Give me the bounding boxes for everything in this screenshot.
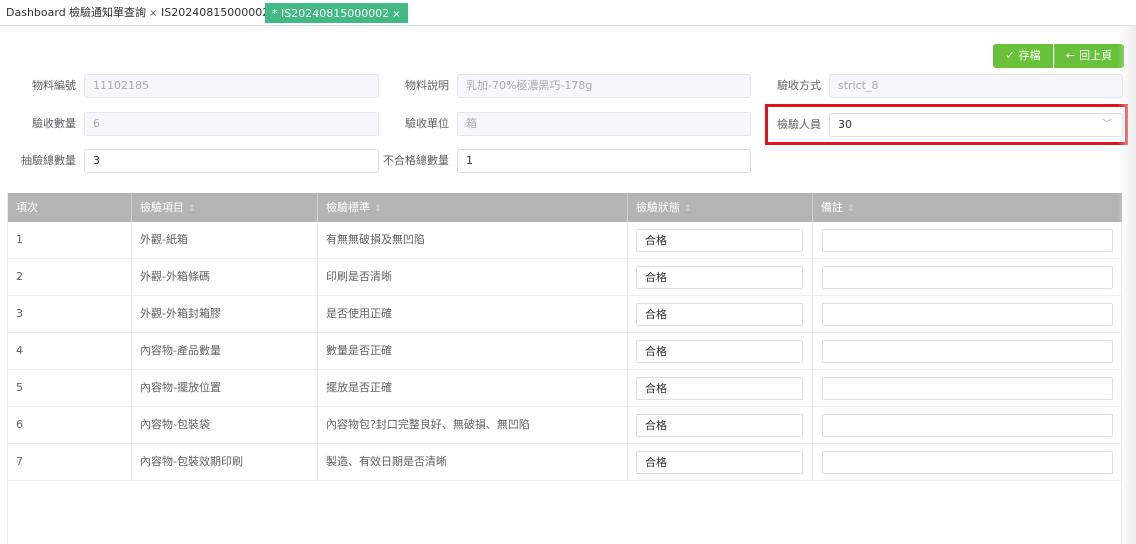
remark-input[interactable] bbox=[822, 340, 1113, 363]
row-item: 內容物-擺放位置 bbox=[132, 370, 318, 406]
row-standard: 製造、有效日期是否清晰 bbox=[318, 444, 628, 480]
row-item: 外觀-紙箱 bbox=[132, 222, 318, 258]
highlight-box bbox=[765, 104, 1128, 145]
receive-method-field: strict_8 bbox=[829, 74, 1123, 98]
row-item: 外觀-外箱條碼 bbox=[132, 259, 318, 295]
save-label: 存檔 bbox=[1018, 49, 1041, 62]
remark-input[interactable] bbox=[822, 377, 1113, 400]
row-standard: 印刷是否清晰 bbox=[318, 259, 628, 295]
status-input[interactable]: 合格 bbox=[636, 340, 803, 363]
remark-input[interactable] bbox=[822, 229, 1113, 252]
receive-qty-label: 驗收數量 bbox=[32, 117, 76, 130]
row-standard: 擺放是否正確 bbox=[318, 370, 628, 406]
row-remark-cell bbox=[813, 259, 1122, 295]
row-status-cell: 合格 bbox=[628, 370, 813, 406]
remark-input[interactable] bbox=[822, 266, 1113, 289]
remark-input[interactable] bbox=[822, 451, 1113, 474]
tab-bar: Dashboard 檢驗通知單查詢× IS20240815000002 × * I… bbox=[0, 0, 1136, 26]
close-icon[interactable]: × bbox=[392, 9, 400, 20]
row-remark-cell bbox=[813, 333, 1122, 369]
table-row: 6 內容物-包裝袋 內容物包?封口完整良好、無破損、無凹陷 合格 bbox=[8, 407, 1122, 444]
scroll-edge-shadow bbox=[1118, 26, 1136, 544]
tab-dashboard[interactable]: Dashboard bbox=[0, 3, 72, 23]
tab-label: Dashboard bbox=[6, 6, 66, 19]
back-button[interactable]: ← 回上頁 bbox=[1054, 44, 1124, 68]
table-header: 項次 檢驗項目 ⇕ 檢驗標準 ⇕ 檢驗狀態 ⇕ 備註 ⇕ bbox=[8, 193, 1122, 222]
row-status-cell: 合格 bbox=[628, 296, 813, 332]
table-row: 7 內容物-包裝效期印刷 製造、有效日期是否清晰 合格 bbox=[8, 444, 1122, 481]
inspection-table: 項次 檢驗項目 ⇕ 檢驗標準 ⇕ 檢驗狀態 ⇕ 備註 ⇕ 1 外觀-紙箱 有無無破損及無… bbox=[7, 193, 1122, 544]
table-row: 2 外觀-外箱條碼 印刷是否清晰 合格 bbox=[8, 259, 1122, 296]
row-no: 2 bbox=[8, 259, 132, 295]
material-no-label: 物料編號 bbox=[32, 79, 76, 92]
row-no: 1 bbox=[8, 222, 132, 258]
header-status[interactable]: 檢驗狀態 ⇕ bbox=[628, 193, 813, 222]
row-status-cell: 合格 bbox=[628, 333, 813, 369]
material-desc-field: 乳加-70%極濃黑巧-178g bbox=[457, 74, 751, 98]
row-remark-cell bbox=[813, 444, 1122, 480]
row-no: 5 bbox=[8, 370, 132, 406]
row-no: 6 bbox=[8, 407, 132, 443]
row-remark-cell bbox=[813, 370, 1122, 406]
row-standard: 是否使用正確 bbox=[318, 296, 628, 332]
row-item: 內容物-包裝效期印刷 bbox=[132, 444, 318, 480]
remark-input[interactable] bbox=[822, 414, 1113, 437]
receive-method-label: 驗收方式 bbox=[777, 79, 821, 92]
sort-icon[interactable]: ⇕ bbox=[374, 204, 382, 214]
sort-icon[interactable]: ⇕ bbox=[188, 204, 196, 214]
check-icon: ✓ bbox=[1005, 49, 1015, 62]
status-input[interactable]: 合格 bbox=[636, 377, 803, 400]
reject-qty-input[interactable]: 1 bbox=[457, 149, 751, 173]
row-remark-cell bbox=[813, 407, 1122, 443]
save-button[interactable]: ✓ 存檔 bbox=[993, 44, 1053, 68]
back-label: 回上頁 bbox=[1079, 49, 1113, 62]
tab-is20240815000002-active[interactable]: * IS20240815000002 × bbox=[265, 3, 408, 23]
row-item: 外觀-外箱封箱膠 bbox=[132, 296, 318, 332]
header-standard[interactable]: 檢驗標準 ⇕ bbox=[318, 193, 628, 222]
row-status-cell: 合格 bbox=[628, 222, 813, 258]
sort-icon[interactable]: ⇕ bbox=[684, 204, 692, 214]
row-remark-cell bbox=[813, 222, 1122, 258]
row-status-cell: 合格 bbox=[628, 259, 813, 295]
row-no: 3 bbox=[8, 296, 132, 332]
tab-inspection-query[interactable]: 檢驗通知單查詢 × bbox=[63, 3, 163, 23]
receive-unit-field: 箱 bbox=[457, 112, 751, 136]
sample-qty-label: 抽驗總數量 bbox=[21, 154, 76, 167]
status-input[interactable]: 合格 bbox=[636, 414, 803, 437]
tab-label: 檢驗通知單查詢 bbox=[69, 6, 146, 19]
remark-input[interactable] bbox=[822, 303, 1113, 326]
table-row: 3 外觀-外箱封箱膠 是否使用正確 合格 bbox=[8, 296, 1122, 333]
header-no: 項次 bbox=[8, 193, 132, 222]
sort-icon[interactable]: ⇕ bbox=[847, 204, 855, 214]
row-item: 內容物-包裝袋 bbox=[132, 407, 318, 443]
row-item: 內容物-產品數量 bbox=[132, 333, 318, 369]
row-remark-cell bbox=[813, 296, 1122, 332]
arrow-left-icon: ← bbox=[1065, 49, 1076, 62]
status-input[interactable]: 合格 bbox=[636, 451, 803, 474]
material-no-field: 11102185 bbox=[84, 74, 379, 98]
header-remark[interactable]: 備註 ⇕ bbox=[813, 193, 1122, 222]
table-row: 5 內容物-擺放位置 擺放是否正確 合格 bbox=[8, 370, 1122, 407]
tab-label: IS20240815000002 bbox=[161, 6, 270, 19]
row-status-cell: 合格 bbox=[628, 407, 813, 443]
reject-qty-label: 不合格總數量 bbox=[383, 154, 449, 167]
row-no: 4 bbox=[8, 333, 132, 369]
sample-qty-input[interactable]: 3 bbox=[84, 149, 379, 173]
row-status-cell: 合格 bbox=[628, 444, 813, 480]
tab-label: * IS20240815000002 bbox=[272, 7, 390, 20]
row-no: 7 bbox=[8, 444, 132, 480]
row-standard: 內容物包?封口完整良好、無破損、無凹陷 bbox=[318, 407, 628, 443]
receive-unit-label: 驗收單位 bbox=[405, 117, 449, 130]
row-standard: 數量是否正確 bbox=[318, 333, 628, 369]
row-standard: 有無無破損及無凹陷 bbox=[318, 222, 628, 258]
status-input[interactable]: 合格 bbox=[636, 303, 803, 326]
material-desc-label: 物料說明 bbox=[405, 79, 449, 92]
table-row: 1 外觀-紙箱 有無無破損及無凹陷 合格 bbox=[8, 222, 1122, 259]
receive-qty-field: 6 bbox=[84, 112, 379, 136]
status-input[interactable]: 合格 bbox=[636, 266, 803, 289]
header-item[interactable]: 檢驗項目 ⇕ bbox=[132, 193, 318, 222]
table-row: 4 內容物-產品數量 數量是否正確 合格 bbox=[8, 333, 1122, 370]
status-input[interactable]: 合格 bbox=[636, 229, 803, 252]
